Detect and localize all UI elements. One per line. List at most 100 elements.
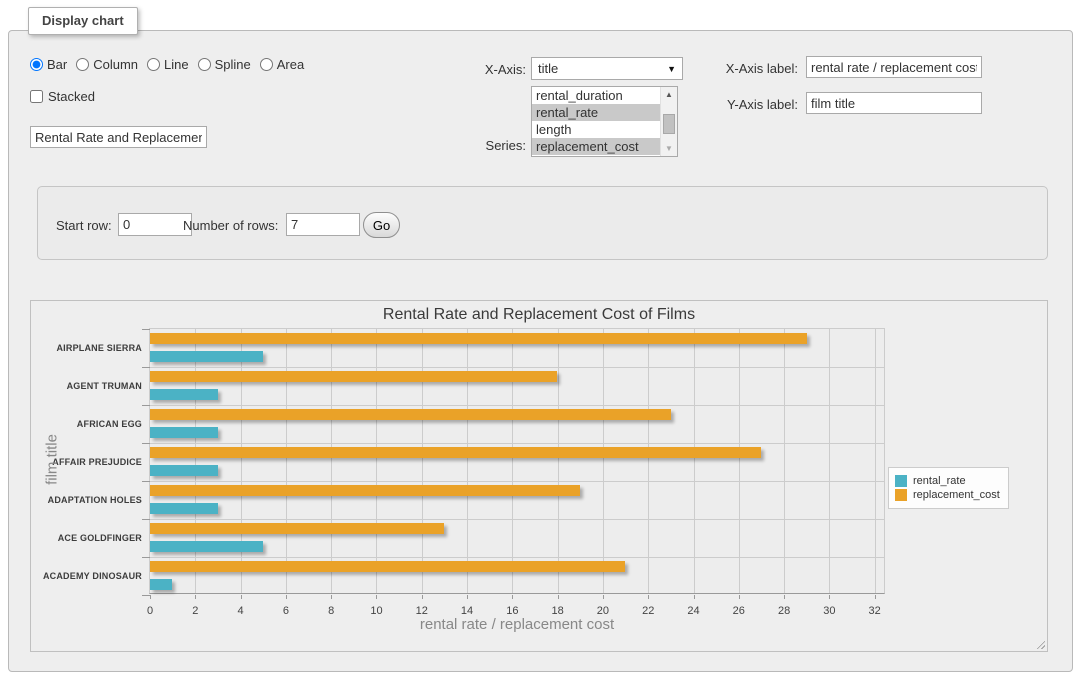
start-row-label: Start row: xyxy=(56,218,112,233)
chart-type-label: Area xyxy=(277,57,304,72)
bar-replacement_cost xyxy=(150,523,444,534)
gridline xyxy=(376,329,377,593)
chart-type-option-spline: Spline xyxy=(198,57,251,72)
chart-type-label: Spline xyxy=(215,57,251,72)
legend-entry-replacement_cost: replacement_cost xyxy=(895,489,1000,501)
scrollbar-track[interactable] xyxy=(661,102,677,141)
chart-type-radio-group: Bar Column Line Spline Area xyxy=(30,57,313,72)
x-tick-mark xyxy=(241,595,242,599)
series-option-replacement_cost[interactable]: replacement_cost xyxy=(532,138,660,155)
y-axis-label-input[interactable] xyxy=(806,92,982,114)
gridline xyxy=(241,329,242,593)
dropdown-arrow-icon: ▼ xyxy=(667,64,676,74)
gridline xyxy=(331,329,332,593)
x-axis-label-input[interactable] xyxy=(806,56,982,78)
series-option-rental_duration[interactable]: rental_duration xyxy=(532,87,660,104)
series-list-label: Series: xyxy=(440,138,526,153)
x-axis-selected-value: title xyxy=(538,61,667,76)
category-label: ACE GOLDFINGER xyxy=(34,533,142,543)
chart-type-option-column: Column xyxy=(76,57,138,72)
bar-replacement_cost xyxy=(150,485,580,496)
num-rows-label: Number of rows: xyxy=(183,218,278,233)
gridline xyxy=(739,329,740,593)
series-option-rental_rate[interactable]: rental_rate xyxy=(532,104,660,121)
gridline xyxy=(558,329,559,593)
bar-replacement_cost xyxy=(150,333,807,344)
chart-type-label: Line xyxy=(164,57,189,72)
y-tick-mark xyxy=(142,557,150,558)
scroll-up-icon[interactable]: ▲ xyxy=(661,87,677,102)
scrollbar-thumb[interactable] xyxy=(663,114,675,134)
x-tick-mark xyxy=(376,595,377,599)
gridline xyxy=(784,329,785,593)
x-tick-mark xyxy=(467,595,468,599)
y-axis-label-caption: Y-Axis label: xyxy=(700,97,798,112)
series-options: rental_durationrental_ratelengthreplacem… xyxy=(532,87,660,155)
x-tick-mark xyxy=(648,595,649,599)
y-tick-mark xyxy=(142,481,150,482)
chart-type-option-bar: Bar xyxy=(30,57,67,72)
chart-type-radio-bar[interactable] xyxy=(30,58,43,71)
chart-title-input[interactable] xyxy=(30,126,207,148)
scroll-down-icon[interactable]: ▼ xyxy=(661,141,677,156)
page: Display chart Bar Column Line Spline Area St… xyxy=(0,0,1081,681)
series-scrollbar[interactable]: ▲ ▼ xyxy=(660,87,677,156)
bar-replacement_cost xyxy=(150,561,625,572)
legend-swatch-replacement_cost xyxy=(895,489,907,501)
bar-rental_rate xyxy=(150,579,172,590)
x-tick-mark xyxy=(150,595,151,599)
bar-replacement_cost xyxy=(150,447,761,458)
x-tick-mark xyxy=(875,595,876,599)
chart-type-radio-line[interactable] xyxy=(147,58,160,71)
gridline xyxy=(467,329,468,593)
chart-type-label: Column xyxy=(93,57,138,72)
band-separator xyxy=(150,557,884,558)
chart-title: Rental Rate and Replacement Cost of Film… xyxy=(31,306,1047,324)
gridline xyxy=(422,329,423,593)
x-tick-mark xyxy=(784,595,785,599)
x-tick-mark xyxy=(739,595,740,599)
x-tick-mark xyxy=(422,595,423,599)
num-rows-input[interactable] xyxy=(286,213,360,236)
x-tick-mark xyxy=(286,595,287,599)
legend-label: rental_rate xyxy=(913,475,966,487)
legend-entry-rental_rate: rental_rate xyxy=(895,475,1000,487)
legend-swatch-rental_rate xyxy=(895,475,907,487)
chart-type-radio-area[interactable] xyxy=(260,58,273,71)
row-params-panel: Start row: Number of rows: Go xyxy=(37,186,1048,260)
gridline xyxy=(694,329,695,593)
stacked-label: Stacked xyxy=(48,89,95,104)
go-button[interactable]: Go xyxy=(363,212,400,238)
stacked-checkbox[interactable] xyxy=(30,90,43,103)
start-row-input[interactable] xyxy=(118,213,192,236)
chart-type-option-area: Area xyxy=(260,57,304,72)
y-axis-title: film title xyxy=(44,405,61,515)
x-axis-select-label: X-Axis: xyxy=(440,62,526,77)
gridline xyxy=(603,329,604,593)
bar-rental_rate xyxy=(150,503,218,514)
bar-rental_rate xyxy=(150,541,263,552)
y-tick-mark xyxy=(142,443,150,444)
x-tick-mark xyxy=(195,595,196,599)
chart-type-radio-column[interactable] xyxy=(76,58,89,71)
category-label: AGENT TRUMAN xyxy=(34,381,142,391)
x-tick-mark xyxy=(694,595,695,599)
chart-type-label: Bar xyxy=(47,57,67,72)
band-separator xyxy=(150,405,884,406)
series-listbox[interactable]: rental_durationrental_ratelengthreplacem… xyxy=(531,86,678,157)
x-axis-title: rental rate / replacement cost xyxy=(149,616,885,633)
resize-handle-icon[interactable] xyxy=(1034,638,1045,649)
x-axis-select[interactable]: title ▼ xyxy=(531,57,683,80)
chart-type-radio-spline[interactable] xyxy=(198,58,211,71)
fieldset-legend: Display chart xyxy=(28,7,138,35)
band-separator xyxy=(150,443,884,444)
x-tick-mark xyxy=(603,595,604,599)
y-tick-mark xyxy=(142,329,150,330)
bar-rental_rate xyxy=(150,427,218,438)
gridline xyxy=(875,329,876,593)
bar-rental_rate xyxy=(150,351,263,362)
x-axis-label-caption: X-Axis label: xyxy=(700,61,798,76)
series-option-length[interactable]: length xyxy=(532,121,660,138)
bar-rental_rate xyxy=(150,389,218,400)
gridline xyxy=(195,329,196,593)
